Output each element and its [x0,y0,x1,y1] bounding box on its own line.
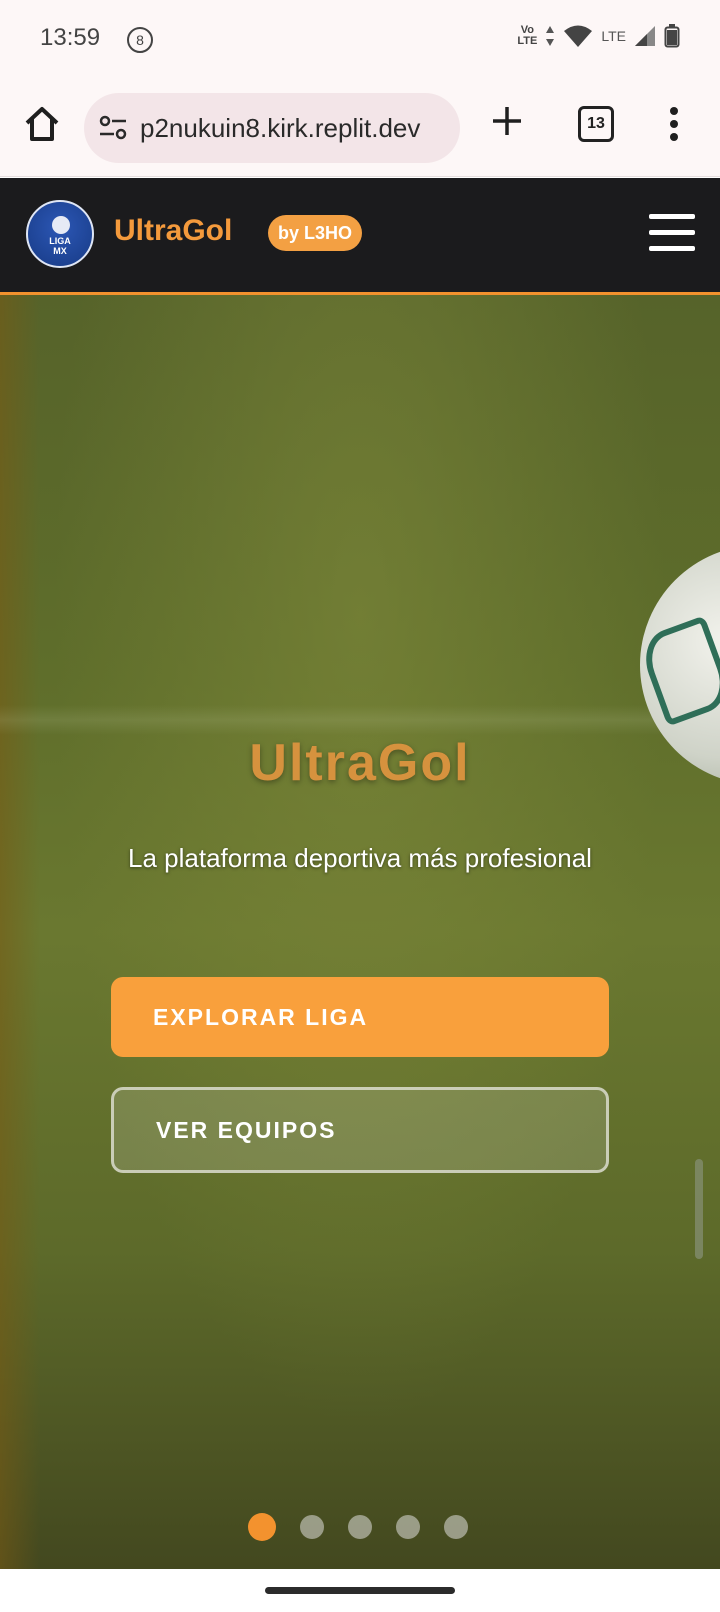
gesture-handle[interactable] [265,1587,455,1594]
site-header: LIGA MX UltraGol by L3HO [0,178,720,295]
explore-league-button[interactable]: EXPLORAR LIGA [111,977,609,1057]
wifi-icon [564,25,593,47]
notification-badge-icon: 8 [127,27,153,53]
hero-subtitle: La plataforma deportiva más profesional [128,843,592,873]
hamburger-menu-icon[interactable] [649,214,695,252]
brand-name[interactable]: UltraGol [114,214,232,248]
volte-icon: Vo LTE [517,24,538,47]
battery-icon [664,24,680,48]
signal-icon [635,26,655,46]
brand-badge: by L3HO [268,215,363,251]
address-bar[interactable]: p2nukuin8.kirk.replit.dev [84,93,460,163]
status-icons: Vo LTE LTE [517,24,680,48]
data-arrows-icon [546,26,555,46]
carousel-dot-2[interactable] [300,1515,324,1539]
tabs-icon[interactable]: 13 [578,106,614,142]
carousel-dot-4[interactable] [396,1515,420,1539]
logo-text-line2: MX [53,246,67,256]
status-bar: 13:59 8 Vo LTE LTE [0,0,720,80]
liga-mx-logo[interactable]: LIGA MX [26,200,94,268]
scrollbar[interactable] [695,1159,703,1259]
more-menu-icon[interactable] [668,106,680,142]
carousel-dot-1[interactable] [248,1513,276,1541]
carousel-dot-5[interactable] [444,1515,468,1539]
hero-title: UltraGol [249,734,471,792]
browser-toolbar: p2nukuin8.kirk.replit.dev 13 [0,80,720,177]
new-tab-icon[interactable] [490,104,524,138]
home-icon[interactable] [22,104,62,144]
carousel-dots [248,1513,468,1541]
url-text[interactable]: p2nukuin8.kirk.replit.dev [140,113,446,145]
carousel-dot-3[interactable] [348,1515,372,1539]
status-time: 13:59 [40,24,101,51]
crest-icon [52,216,70,234]
hero-section: UltraGol La plataforma deportiva más pro… [0,295,720,1569]
view-teams-button[interactable]: VER EQUIPOS [111,1087,609,1173]
logo-text-line1: LIGA [49,236,71,246]
site-info-icon[interactable] [98,115,128,141]
network-type: LTE [601,28,626,44]
